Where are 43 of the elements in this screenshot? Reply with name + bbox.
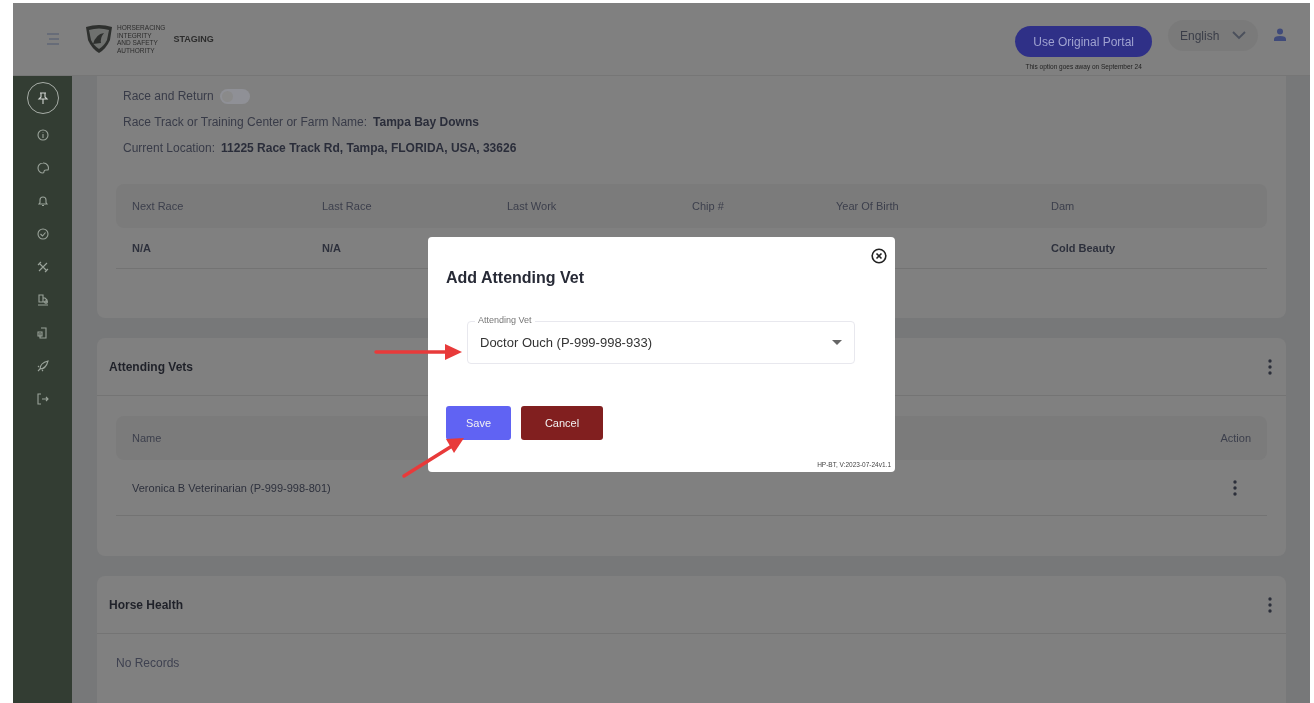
dropdown-caret-icon — [832, 340, 842, 345]
column-header: Action — [1220, 432, 1251, 444]
column-header: Dam — [1051, 200, 1076, 212]
use-original-portal-button[interactable]: Use Original Portal — [1015, 26, 1152, 57]
column-header: Last Race — [322, 200, 373, 212]
field-label: Attending Vet — [475, 315, 535, 326]
table-cell: N/A — [132, 242, 151, 254]
more-options-icon[interactable] — [1268, 358, 1272, 375]
attending-vet-select[interactable]: Attending Vet Doctor Ouch (P-999-998-933) — [467, 314, 855, 364]
logout-icon — [36, 393, 49, 405]
shield-logo-icon — [84, 24, 114, 54]
race-and-return-label: Race and Return — [123, 89, 214, 103]
table-cell: Veronica B Veterinarian (P-999-998-801) — [132, 481, 331, 494]
close-icon[interactable] — [871, 248, 887, 264]
column-header: Last Work — [507, 200, 558, 212]
column-header: Next Race — [132, 200, 185, 212]
tools-icon — [36, 261, 49, 273]
check-icon — [36, 228, 49, 240]
save-button[interactable]: Save — [446, 406, 511, 440]
select-value: Doctor Ouch (P-999-998-933) — [480, 335, 652, 350]
more-options-icon[interactable] — [1233, 479, 1237, 496]
section-title: Attending Vets — [109, 359, 193, 374]
facility-text: Race Track or Training Center or Farm Name: Tampa Bay Downs — [123, 114, 480, 131]
table-cell: N/A — [322, 242, 341, 254]
annotation-arrow — [402, 438, 464, 478]
dialog-title: Add Attending Vet — [446, 269, 586, 287]
pin-icon — [36, 92, 49, 104]
info-icon — [36, 129, 49, 141]
user-icon[interactable] — [1274, 27, 1286, 41]
more-options-icon[interactable] — [1268, 596, 1272, 613]
document-icon — [36, 327, 49, 339]
location-text: Current Location: 11225 Race Track Rd, Tampa, FLORIDA, USA, 33626 — [123, 140, 518, 157]
language-select[interactable]: English — [1168, 20, 1258, 51]
table-cell: Cold Beauty — [1051, 242, 1116, 254]
empty-message: No Records — [115, 655, 181, 670]
section-title: Horse Health — [109, 597, 184, 612]
column-header: Chip # — [692, 200, 725, 212]
chevron-down-icon — [1232, 31, 1246, 40]
column-header: Year Of Birth — [836, 200, 900, 212]
environment-label: STAGING — [173, 34, 214, 44]
cancel-button[interactable]: Cancel — [521, 406, 603, 440]
bell-icon — [36, 195, 49, 207]
column-header: Name — [132, 432, 162, 444]
